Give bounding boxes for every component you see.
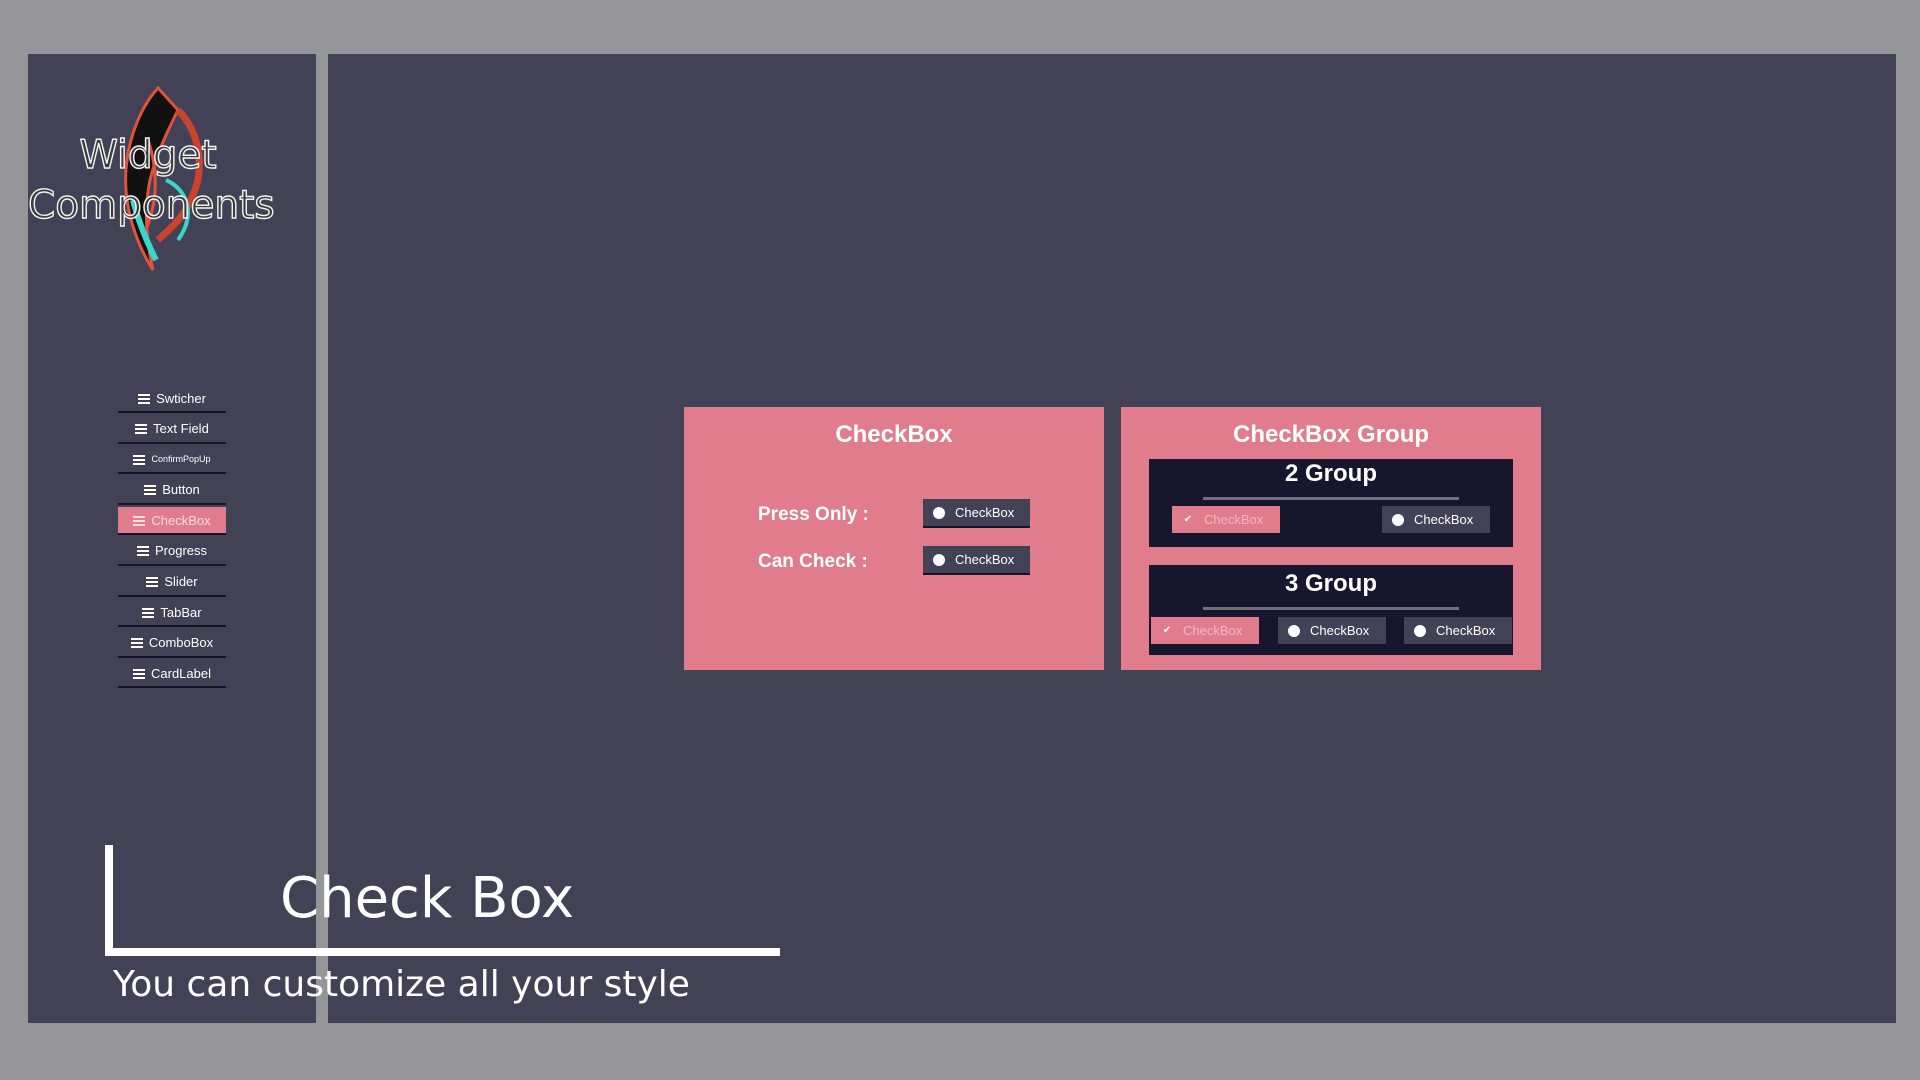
group-2-checkbox-1[interactable]: ✔ CheckBox <box>1172 506 1280 535</box>
group-2-panel: 2 Group ✔ CheckBox CheckBox <box>1149 459 1513 547</box>
sidebar-item-checkbox[interactable]: CheckBox <box>118 507 226 536</box>
sidebar-item-confirm-popup[interactable]: ConfirmPopUp <box>118 446 226 475</box>
press-only-label: Press Only : <box>758 504 869 525</box>
checkbox-label: CheckBox <box>1436 623 1496 638</box>
app-logo: Widget Components <box>27 80 275 280</box>
checkbox-label: CheckBox <box>1204 512 1264 527</box>
group-2-checkbox-2[interactable]: CheckBox <box>1382 506 1490 535</box>
radio-dot-icon <box>1288 624 1300 637</box>
checkbox-label: CheckBox <box>955 505 1015 520</box>
checkbox-label: CheckBox <box>1310 623 1370 638</box>
sidebar-item-button[interactable]: Button <box>118 477 226 505</box>
checkbox-label: CheckBox <box>1183 623 1243 638</box>
hamburger-icon <box>136 546 149 557</box>
press-only-checkbox[interactable]: CheckBox <box>923 499 1030 528</box>
sidebar-item-label: ComboBox <box>148 635 214 651</box>
sidebar-item-label: Slider <box>164 574 198 590</box>
sidebar-item-label: Text Field <box>153 421 209 437</box>
hamburger-icon <box>138 393 151 404</box>
hamburger-icon <box>135 424 148 435</box>
hamburger-icon <box>130 638 143 649</box>
caption-title: Check Box <box>280 866 575 931</box>
checkbox-label: CheckBox <box>955 552 1015 567</box>
sidebar-item-label: ConfirmPopUp <box>151 454 211 465</box>
logo-line-1: Widget <box>79 132 218 178</box>
hamburger-icon <box>133 515 146 526</box>
hamburger-icon <box>133 454 146 465</box>
group-3-checkbox-1[interactable]: ✔ CheckBox <box>1151 617 1259 646</box>
group-2-divider <box>1203 497 1459 500</box>
radio-dot-icon <box>933 506 945 519</box>
checkbox-card: CheckBox Press Only : CheckBox Can Check… <box>684 407 1104 670</box>
checkbox-group-card: CheckBox Group 2 Group ✔ CheckBox CheckB… <box>1121 407 1541 670</box>
sidebar-item-switcher[interactable]: Swticher <box>118 385 226 413</box>
sidebar-item-combobox[interactable]: ComboBox <box>118 630 226 658</box>
group-2-title: 2 Group <box>1284 460 1377 487</box>
radio-dot-icon <box>933 553 945 566</box>
group-3-divider <box>1203 607 1459 610</box>
hamburger-icon <box>142 607 155 618</box>
group-3-checkbox-2[interactable]: CheckBox <box>1278 617 1386 646</box>
radio-dot-icon <box>1414 624 1426 637</box>
group-3-title: 3 Group <box>1284 570 1377 597</box>
radio-dot-icon <box>1392 513 1404 526</box>
group-3-checkbox-3[interactable]: CheckBox <box>1404 617 1512 646</box>
checkbox-label: CheckBox <box>1414 512 1474 527</box>
caption-bracket-horizontal <box>105 948 780 956</box>
sidebar-item-text-field[interactable]: Text Field <box>118 416 226 444</box>
group-3-panel: 3 Group ✔ CheckBox CheckBox CheckBox <box>1149 565 1513 655</box>
can-check-checkbox[interactable]: CheckBox <box>923 546 1030 575</box>
caption-subtitle: You can customize all your style <box>113 964 690 1005</box>
sidebar-item-tabbar[interactable]: TabBar <box>118 599 226 628</box>
sidebar-item-progress[interactable]: Progress <box>118 538 226 566</box>
sidebar-item-label: TabBar <box>160 604 202 620</box>
checkbox-card-title: CheckBox <box>835 421 953 448</box>
logo-emblem-icon <box>124 85 203 271</box>
hamburger-icon <box>144 485 157 496</box>
can-check-label: Can Check : <box>758 551 868 572</box>
checkmark-icon: ✔ <box>1162 625 1172 636</box>
sidebar-item-label: Progress <box>154 543 208 559</box>
sidebar-item-label: Button <box>162 482 200 498</box>
caption-bracket-vertical <box>105 845 113 956</box>
sidebar-item-label: Swticher <box>156 390 206 406</box>
sidebar-menu: Swticher Text Field ConfirmPopUp Button … <box>118 385 226 691</box>
logo-line-2: Components <box>27 182 275 228</box>
sidebar-item-slider[interactable]: Slider <box>118 569 226 597</box>
sidebar-item-label: CheckBox <box>151 512 211 528</box>
hamburger-icon <box>133 668 145 679</box>
sidebar-item-label: CardLabel <box>151 665 211 681</box>
checkbox-group-card-title: CheckBox Group <box>1232 421 1430 448</box>
checkmark-icon: ✔ <box>1183 514 1193 525</box>
hamburger-icon <box>146 577 159 588</box>
sidebar-item-cardlabel[interactable]: CardLabel <box>118 660 226 689</box>
